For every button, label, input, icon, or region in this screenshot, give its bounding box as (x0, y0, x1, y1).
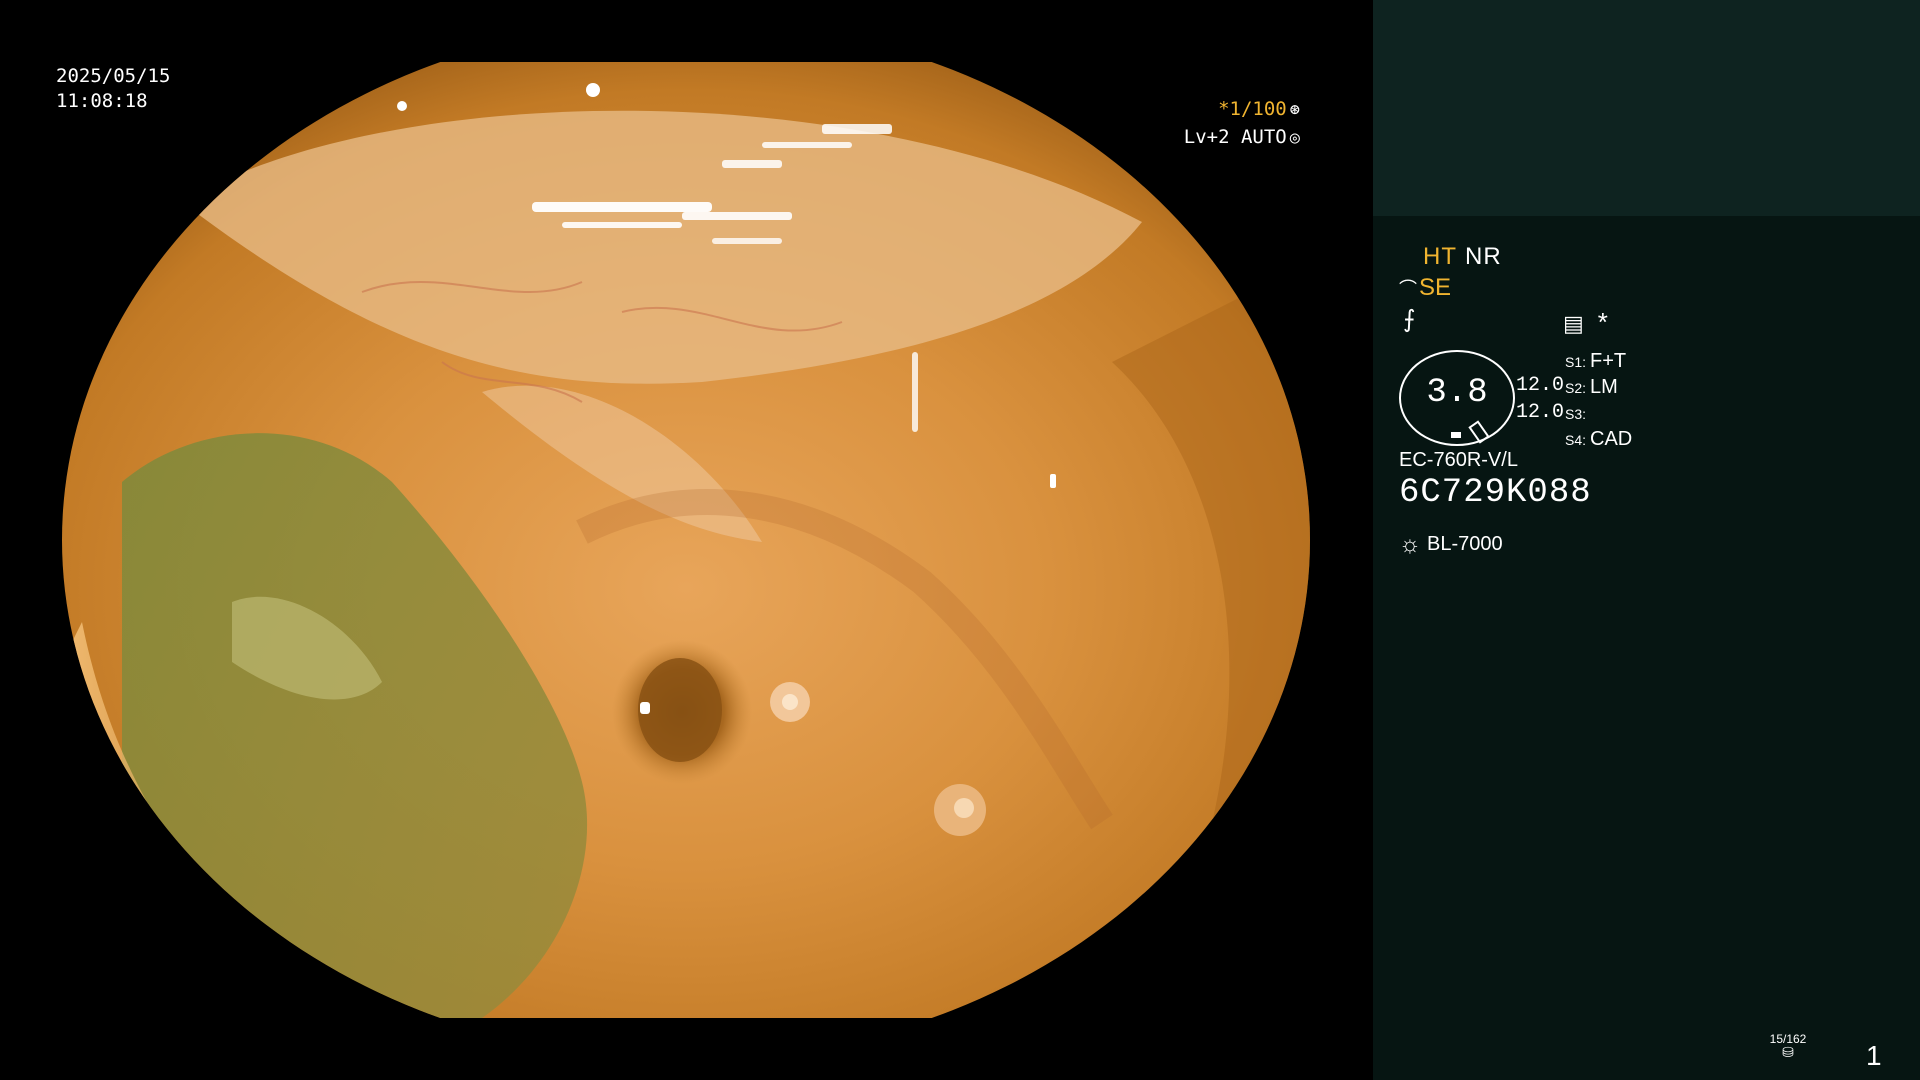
gauge-value: 3.8 (1426, 374, 1488, 412)
panel-header-block (1373, 0, 1920, 216)
mode-nr: NR (1465, 243, 1502, 270)
slot-row: S2: LM (1565, 376, 1618, 398)
memory-icon: ▤ (1563, 311, 1584, 336)
mode-row-3-right: ▤ * (1563, 307, 1608, 338)
mask-bottom (0, 1018, 1372, 1080)
mask-top (0, 0, 1372, 62)
mode-row-1: HT NR (1423, 243, 1502, 271)
magnification-gauge: 3.8 (1399, 350, 1515, 446)
endoscopic-view: 2025/05/15 11:08:18 *1/100 ⊛ Lv+2 AUTO ◎ (0, 0, 1372, 1080)
date: 2025/05/15 (56, 65, 171, 87)
color-curve-icon: ⨍ (1403, 306, 1416, 333)
endoscope-screen: 2025/05/15 11:08:18 *1/100 ⊛ Lv+2 AUTO ◎ H… (0, 0, 1920, 1080)
mode-ht: HT (1423, 243, 1457, 270)
level-readout: Lv+2 AUTO ◎ (1150, 126, 1300, 148)
switch-slots: S1: F+T S2: LM S3: S4: CAD (1565, 349, 1632, 453)
time: 11:08:18 (56, 90, 148, 112)
shutter-readout: *1/100 ⊛ (1180, 98, 1300, 120)
datetime: 2025/05/15 11:08:18 (56, 64, 170, 114)
endoscopic-image (62, 62, 1310, 1018)
shutter-value: *1/100 (1218, 98, 1287, 120)
disk-icon: ⛁ (1782, 1044, 1794, 1060)
structure-enhance-icon: ⌒ (1399, 279, 1417, 299)
light-source: ☼ BL-7000 (1399, 531, 1503, 559)
mode-row-2: ⌒SE (1399, 274, 1451, 302)
asterisk-icon: * (1597, 307, 1608, 337)
shutter-icon: ⊛ (1289, 100, 1300, 120)
slot-row: S4: CAD (1565, 428, 1633, 450)
level-value: Lv+2 AUTO (1183, 126, 1287, 148)
mode-se: SE (1419, 274, 1452, 301)
slot-row: S3: (1565, 406, 1587, 422)
light-source-label: BL-7000 (1427, 533, 1503, 555)
slot-row: S1: F+T (1565, 350, 1627, 372)
info-panel: HT NR ⌒SE ⨍ ▤ * 3.8 12.0 12.0 S1: F+T S2: LM… (1373, 0, 1920, 1080)
image-counter: 15/162 ⛁ (1764, 1032, 1812, 1060)
page-number: 1 (1866, 1040, 1882, 1071)
scope-serial: 6C729K088 (1399, 474, 1592, 512)
gauge-value-1: 12.0 (1516, 374, 1565, 397)
gauge-marker (1451, 432, 1461, 438)
iris-icon: ◎ (1289, 128, 1300, 148)
pen-icon (1468, 420, 1490, 444)
lamp-icon: ☼ (1399, 531, 1421, 558)
gauge-value-2: 12.0 (1516, 401, 1565, 424)
scope-model: EC-760R-V/L (1399, 449, 1518, 471)
gauge-values: 12.0 12.0 (1516, 372, 1564, 426)
